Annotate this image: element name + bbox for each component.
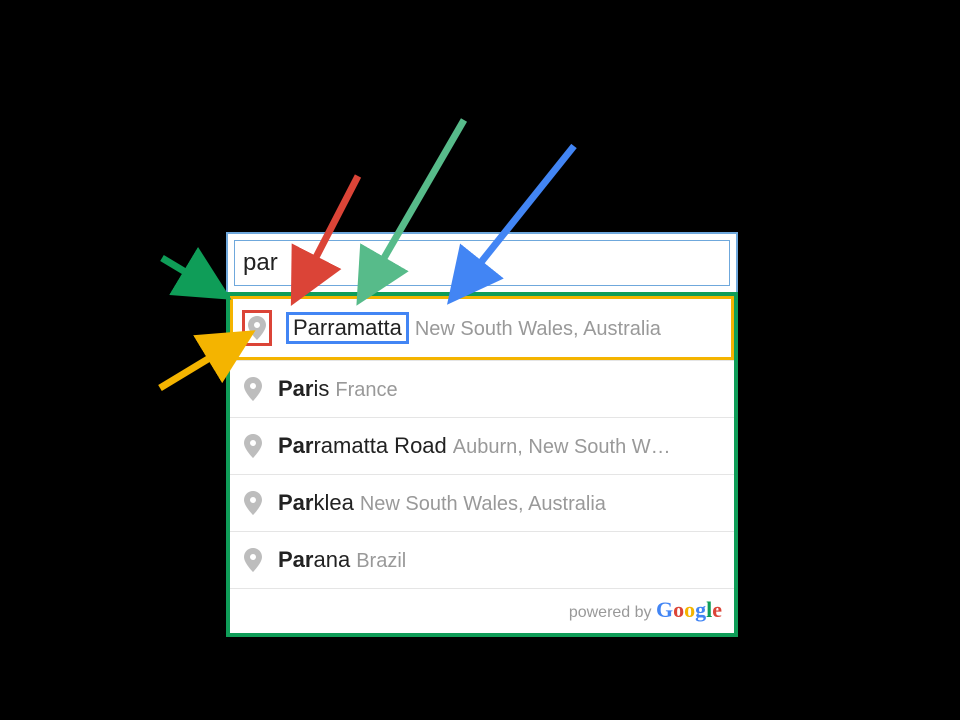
suggestion-text: Parramatta New South Wales, Australia (286, 312, 722, 344)
location-pin-icon (242, 546, 264, 574)
suggestion-text: Parramatta Road Auburn, New South W (278, 433, 722, 459)
attribution-footer: powered by Google (230, 588, 734, 633)
suggestion-item-2[interactable]: Parramatta Road Auburn, New South W (230, 417, 734, 474)
rest-text: is (313, 376, 329, 401)
suggestion-item-4[interactable]: Parana Brazil (230, 531, 734, 588)
autocomplete-widget: Parramatta New South Wales, Australia Pa… (226, 232, 738, 637)
location-pin-icon (242, 432, 264, 460)
matched-text: Par (278, 376, 313, 401)
suggestion-text: Parklea New South Wales, Australia (278, 490, 722, 516)
matched-text: Par (278, 490, 313, 515)
rest-text: ana (313, 547, 350, 572)
suggestion-item-3[interactable]: Parklea New South Wales, Australia (230, 474, 734, 531)
pin-annotation-box (242, 310, 272, 346)
main-term-annotation-box: Parramatta (286, 312, 409, 344)
location-pin-icon (242, 375, 264, 403)
location-pin-icon (242, 489, 264, 517)
suggestion-item-0[interactable]: Parramatta New South Wales, Australia (230, 296, 734, 360)
google-logo: Google (656, 597, 722, 622)
suggestion-description: France (335, 379, 397, 402)
powered-by-label: powered by (569, 604, 656, 621)
search-input[interactable] (243, 249, 721, 277)
matched-text: Par (278, 433, 313, 458)
search-bar[interactable] (234, 240, 730, 286)
rest-text: ramatta Road (313, 433, 446, 458)
suggestion-text: Parana Brazil (278, 547, 722, 573)
rest-text: ramatta (327, 315, 402, 340)
suggestion-description: Auburn, New South W (453, 436, 671, 459)
suggestions-dropdown: Parramatta New South Wales, Australia Pa… (226, 292, 738, 637)
matched-text: Par (278, 547, 313, 572)
matched-text: Par (293, 315, 327, 340)
suggestion-description: Brazil (356, 550, 406, 573)
suggestion-description: New South Wales, Australia (360, 493, 606, 516)
suggestion-text: Paris France (278, 376, 722, 402)
arrow-green-dark (162, 258, 222, 294)
suggestion-item-1[interactable]: Paris France (230, 360, 734, 417)
suggestion-description: New South Wales, Australia (415, 318, 661, 341)
location-pin-icon (246, 314, 268, 342)
rest-text: klea (313, 490, 353, 515)
